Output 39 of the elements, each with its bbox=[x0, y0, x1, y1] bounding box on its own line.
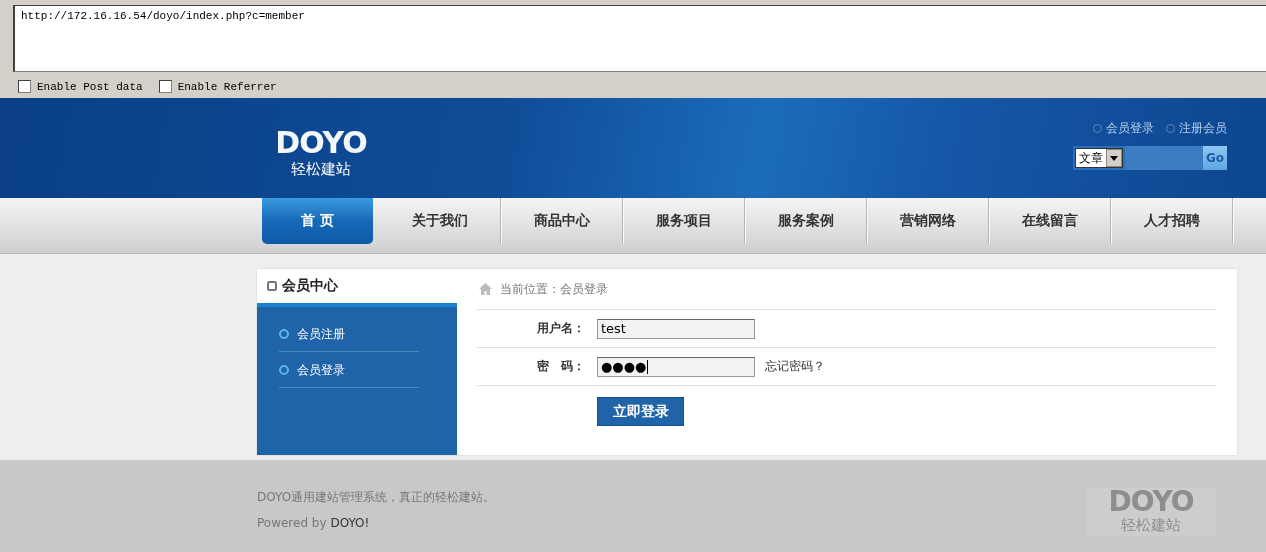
logo-tagline: 轻松建站 bbox=[291, 160, 351, 179]
nav-tab[interactable]: 在线留言 bbox=[989, 198, 1111, 244]
nav-tab[interactable]: 营销网络 bbox=[867, 198, 989, 244]
logo-wordmark: DOYO bbox=[1108, 488, 1194, 516]
sidebar-link[interactable]: 会员登录 bbox=[297, 361, 345, 379]
header-link[interactable]: 会员登录 bbox=[1106, 120, 1154, 137]
nav-tab[interactable]: 服务项目 bbox=[623, 198, 745, 244]
login-button[interactable]: 立即登录 bbox=[597, 397, 684, 426]
logo-tagline: 轻松建站 bbox=[1121, 516, 1181, 535]
input-field[interactable]: test bbox=[597, 318, 755, 339]
sidebar-link[interactable]: 会员注册 bbox=[297, 325, 345, 343]
nav-tab[interactable]: 服务案例 bbox=[745, 198, 867, 244]
home-icon bbox=[479, 283, 492, 295]
nav-tab[interactable]: 关于我们 bbox=[379, 198, 501, 244]
logo-wordmark: DOYO bbox=[275, 128, 367, 158]
checkbox[interactable] bbox=[158, 80, 172, 93]
nav-tab[interactable]: 商品中心 bbox=[501, 198, 623, 244]
header-link[interactable]: 注册会员 bbox=[1179, 120, 1227, 137]
footer-text: DOYO通用建站管理系统，真正的轻松建站。 bbox=[257, 489, 496, 506]
ring-icon bbox=[279, 365, 289, 375]
square-icon bbox=[267, 281, 277, 291]
nav-tab[interactable]: 人才招聘 bbox=[1111, 198, 1233, 244]
checkbox-label: Enable Referrer bbox=[177, 80, 277, 93]
field-label: 密 码： bbox=[536, 358, 586, 375]
forgot-password-link[interactable]: 忘记密码？ bbox=[765, 358, 825, 375]
checkbox-label: Enable Post data bbox=[37, 80, 143, 93]
url-field[interactable]: http://172.16.16.54/doyo/index.php?c=member bbox=[13, 5, 1266, 72]
field-label: 用户名： bbox=[536, 320, 586, 337]
nav-tab[interactable]: 首 页 bbox=[262, 198, 373, 244]
search-field[interactable] bbox=[1125, 146, 1203, 170]
powered-by-text: Powered by bbox=[257, 516, 327, 530]
input-field[interactable]: ●●●● bbox=[597, 356, 755, 377]
caret-icon bbox=[1110, 155, 1118, 161]
footer-link[interactable]: DOYO! bbox=[330, 516, 370, 530]
ring-icon bbox=[279, 329, 289, 339]
category-select[interactable]: 文章 bbox=[1075, 148, 1123, 168]
sidebar-title: 会员中心 bbox=[282, 277, 338, 295]
checkbox[interactable] bbox=[18, 80, 31, 93]
breadcrumb: 当前位置：会员登录 bbox=[500, 280, 608, 298]
